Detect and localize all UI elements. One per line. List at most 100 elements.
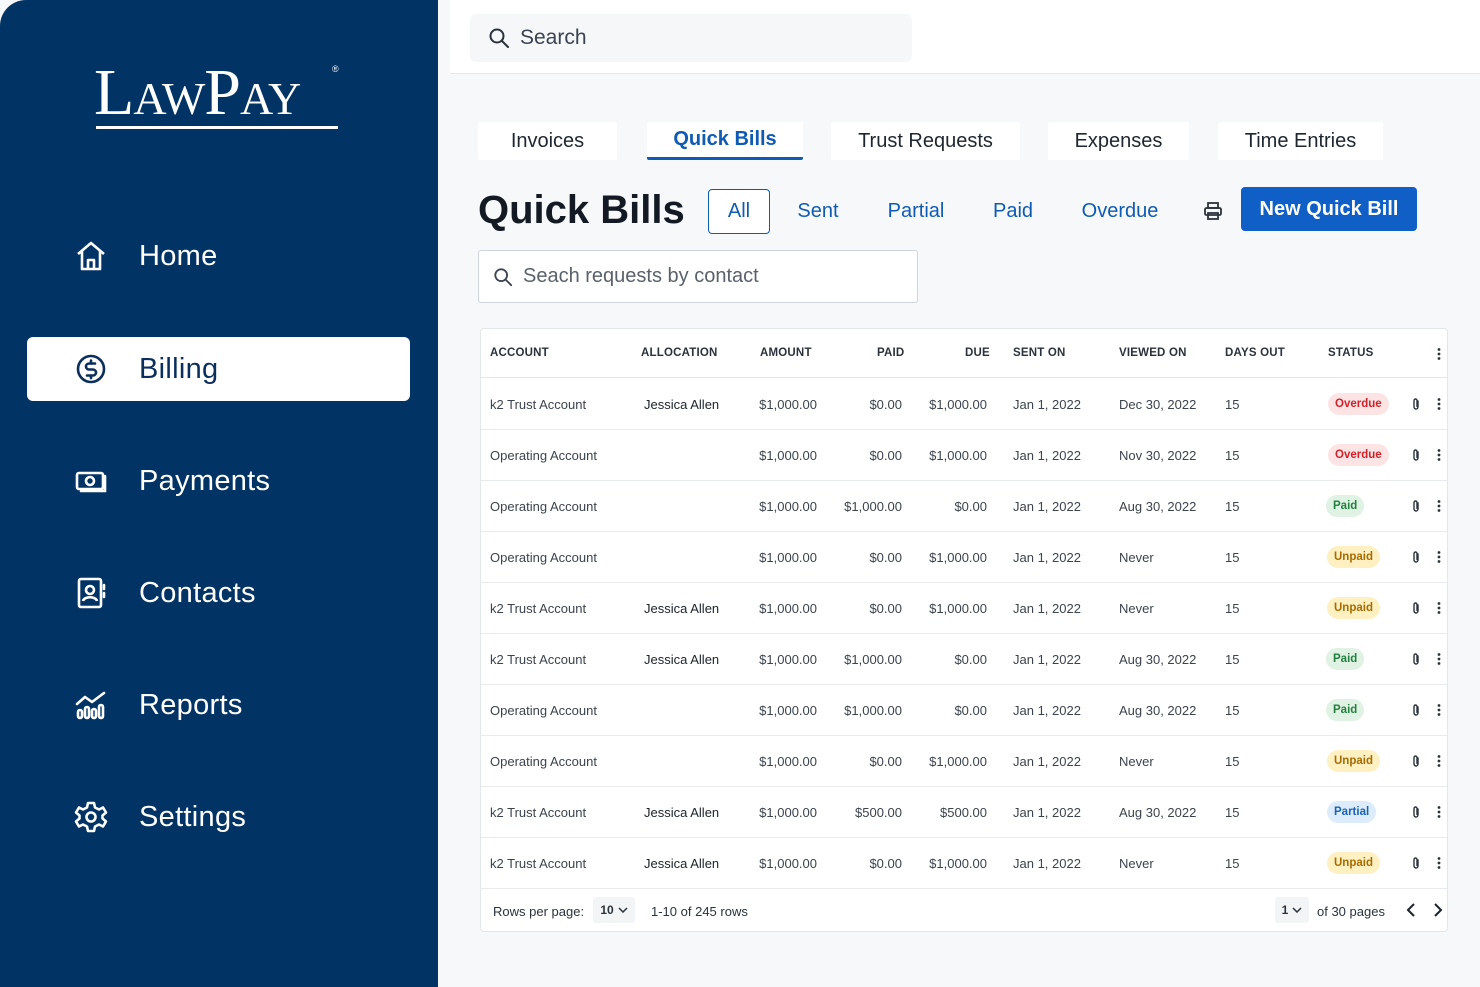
tab-invoices[interactable]: Invoices (478, 122, 617, 160)
new-quick-bill-button[interactable]: New Quick Bill (1241, 187, 1417, 231)
column-header-sent-on[interactable]: SENT ON (1013, 347, 1066, 359)
global-search-input[interactable] (520, 26, 900, 50)
cell-days-out: 15 (1225, 703, 1240, 718)
cash-icon (73, 463, 109, 499)
row-menu-icon[interactable] (1437, 652, 1441, 666)
filter-partial[interactable]: Partial (876, 189, 956, 234)
tab-expenses[interactable]: Expenses (1048, 122, 1189, 160)
page-count-text: of 30 pages (1317, 904, 1385, 919)
tab-quick-bills[interactable]: Quick Bills (647, 122, 803, 160)
attachment-icon[interactable] (1411, 397, 1421, 411)
cell-viewed-on: Never (1119, 601, 1154, 616)
row-menu-icon[interactable] (1437, 448, 1441, 462)
attachment-icon[interactable] (1411, 703, 1421, 717)
column-header-status[interactable]: STATUS (1328, 347, 1374, 359)
column-menu-icon[interactable] (1437, 347, 1441, 361)
sidebar-item-reports[interactable]: Reports (27, 673, 410, 737)
global-search[interactable] (470, 14, 912, 62)
cell-paid: $500.00 (855, 805, 902, 820)
cell-sent-on: Jan 1, 2022 (1013, 397, 1081, 412)
sidebar-item-label: Billing (139, 352, 219, 385)
sidebar-item-settings[interactable]: Settings (27, 785, 410, 849)
attachment-icon[interactable] (1411, 601, 1421, 615)
status-badge: Unpaid (1327, 546, 1380, 568)
tab-trust-requests[interactable]: Trust Requests (831, 122, 1020, 160)
column-header-days-out[interactable]: DAYS OUT (1225, 347, 1285, 359)
table-row[interactable]: Operating Account $1,000.00 $0.00 $1,000.00… (481, 532, 1447, 583)
contact-search-input[interactable] (523, 265, 903, 288)
status-badge: Paid (1326, 495, 1365, 517)
previous-page-button[interactable] (1404, 902, 1418, 918)
table-row[interactable]: k2 Trust Account Jessica Allen $1,000.00 $0… (481, 379, 1447, 430)
attachment-icon[interactable] (1411, 856, 1421, 870)
sidebar-item-payments[interactable]: Payments (27, 449, 410, 513)
column-header-paid[interactable]: PAID (877, 347, 904, 359)
cell-sent-on: Jan 1, 2022 (1013, 856, 1081, 871)
cell-allocation: Jessica Allen (644, 601, 720, 616)
cell-allocation: Jessica Allen (644, 856, 720, 871)
table-row[interactable]: k2 Trust Account Jessica Allen $1,000.00 $1… (481, 634, 1447, 685)
logo-registered-mark: ® (332, 64, 339, 74)
filter-sent[interactable]: Sent (788, 189, 848, 234)
column-header-due[interactable]: DUE (965, 347, 990, 359)
sidebar-item-home[interactable]: Home (27, 224, 410, 288)
row-menu-icon[interactable] (1437, 754, 1441, 768)
cell-days-out: 15 (1225, 550, 1240, 565)
row-menu-icon[interactable] (1437, 601, 1441, 615)
next-page-button[interactable] (1431, 902, 1445, 918)
table-row[interactable]: Operating Account $1,000.00 $1,000.00 $0.00… (481, 481, 1447, 532)
sidebar-item-label: Contacts (139, 576, 256, 609)
cell-account: Operating Account (490, 550, 597, 565)
cell-viewed-on: Nov 30, 2022 (1119, 448, 1197, 463)
column-header-viewed-on[interactable]: VIEWED ON (1119, 347, 1187, 359)
tab-time-entries[interactable]: Time Entries (1218, 122, 1383, 160)
column-header-allocation[interactable]: ALLOCATION (641, 347, 718, 359)
column-header-amount[interactable]: AMOUNT (760, 347, 812, 359)
attachment-icon[interactable] (1411, 499, 1421, 513)
quick-bills-table: ACCOUNT ALLOCATION AMOUNT PAID DUE SENT … (480, 328, 1448, 932)
row-menu-icon[interactable] (1437, 499, 1441, 513)
cell-days-out: 15 (1225, 805, 1240, 820)
cell-due: $1,000.00 (929, 856, 987, 871)
attachment-icon[interactable] (1411, 652, 1421, 666)
row-menu-icon[interactable] (1437, 805, 1441, 819)
cell-account: k2 Trust Account (490, 805, 587, 820)
cell-paid: $0.00 (869, 448, 902, 463)
cell-sent-on: Jan 1, 2022 (1013, 448, 1081, 463)
table-row[interactable]: Operating Account $1,000.00 $1,000.00 $0.00… (481, 685, 1447, 736)
cell-amount: $1,000.00 (759, 805, 817, 820)
row-menu-icon[interactable] (1437, 703, 1441, 717)
printer-icon (1204, 202, 1222, 220)
row-menu-icon[interactable] (1437, 856, 1441, 870)
filter-overdue[interactable]: Overdue (1070, 189, 1170, 234)
page-select[interactable]: 1 (1275, 897, 1309, 923)
attachment-icon[interactable] (1411, 550, 1421, 564)
filter-paid[interactable]: Paid (984, 189, 1042, 234)
column-header-account[interactable]: ACCOUNT (490, 347, 549, 359)
table-row[interactable]: k2 Trust Account Jessica Allen $1,000.00 $5… (481, 787, 1447, 838)
attachment-icon[interactable] (1411, 754, 1421, 768)
print-button[interactable] (1200, 198, 1226, 224)
row-menu-icon[interactable] (1437, 550, 1441, 564)
cell-viewed-on: Never (1119, 550, 1154, 565)
cell-viewed-on: Dec 30, 2022 (1119, 397, 1197, 412)
cell-sent-on: Jan 1, 2022 (1013, 805, 1081, 820)
attachment-icon[interactable] (1411, 805, 1421, 819)
table-row[interactable]: Operating Account $1,000.00 $0.00 $1,000.00… (481, 430, 1447, 481)
sidebar-item-contacts[interactable]: Contacts (27, 561, 410, 625)
chart-icon (73, 687, 109, 723)
rows-per-page-select[interactable]: 10 (593, 897, 635, 923)
sidebar-item-billing[interactable]: Billing (27, 337, 410, 401)
cell-amount: $1,000.00 (759, 448, 817, 463)
contact-search[interactable] (478, 250, 918, 303)
status-badge: Paid (1326, 648, 1365, 670)
cell-due: $1,000.00 (929, 754, 987, 769)
table-row[interactable]: k2 Trust Account Jessica Allen $1,000.00 $0… (481, 583, 1447, 634)
cell-paid: $0.00 (869, 754, 902, 769)
attachment-icon[interactable] (1411, 448, 1421, 462)
table-row[interactable]: k2 Trust Account Jessica Allen $1,000.00 $0… (481, 838, 1447, 889)
filter-all[interactable]: All (708, 189, 770, 234)
gear-icon (73, 799, 109, 835)
table-row[interactable]: Operating Account $1,000.00 $0.00 $1,000.00… (481, 736, 1447, 787)
row-menu-icon[interactable] (1437, 397, 1441, 411)
